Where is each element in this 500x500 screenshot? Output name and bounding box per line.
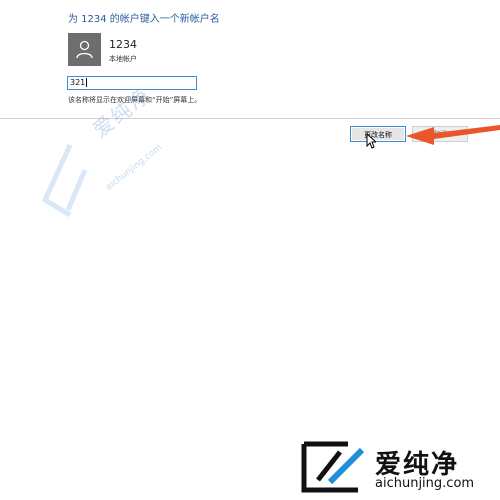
input-value: 321	[70, 78, 86, 87]
rename-account-page: 为 1234 的帐户键入一个新帐户名 1234 本地帐户 321 该名称将显示在…	[0, 0, 500, 500]
user-icon	[76, 40, 93, 59]
annotation-arrow-icon	[406, 125, 500, 145]
brand-url: aichunjing.com	[375, 476, 475, 491]
page-heading: 为 1234 的帐户键入一个新帐户名	[68, 14, 220, 25]
account-name: 1234	[109, 38, 137, 51]
brand-logo-icon	[301, 441, 365, 493]
account-type: 本地帐户	[109, 55, 137, 63]
text-caret	[86, 78, 88, 87]
avatar	[68, 33, 101, 66]
mouse-pointer-icon	[366, 133, 376, 149]
change-name-button[interactable]: 更改名称	[350, 126, 406, 142]
